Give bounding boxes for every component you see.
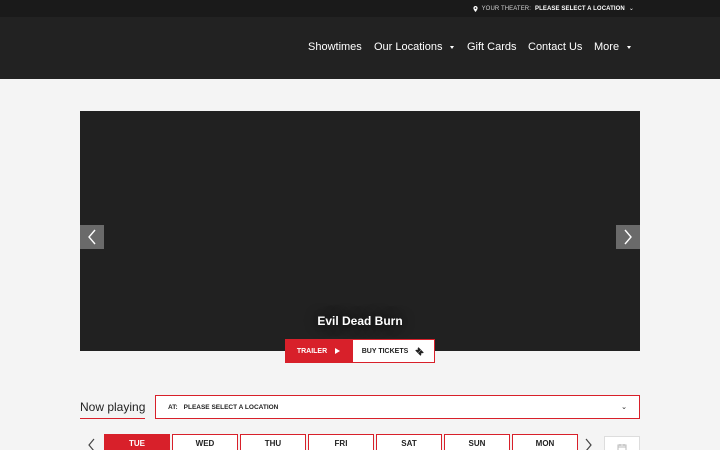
theater-label: YOUR THEATER: (481, 5, 531, 12)
nav-item-our-locations[interactable]: Our Locations (374, 41, 455, 53)
now-playing-heading: Now playing (80, 399, 146, 419)
day-tab[interactable]: WED (172, 434, 238, 450)
day-tab[interactable]: MON (512, 434, 578, 450)
location-select-value: PLEASE SELECT A LOCATION (183, 403, 279, 411)
movie-title: Evil Dead Burn (317, 314, 403, 328)
chevron-right-icon (624, 229, 632, 245)
buy-tickets-button[interactable]: BUY TICKETS (352, 339, 435, 363)
play-icon (335, 348, 341, 354)
day-selector: TUE WED THU FRI SAT SUN MON (104, 434, 578, 450)
day-next-chevron-icon[interactable] (584, 438, 594, 450)
chevron-down-icon: ⌄ (621, 404, 627, 411)
chevron-down-icon: ⌄ (628, 6, 634, 12)
location-at-label: AT: (168, 403, 178, 411)
nav-item-label: Our Locations (374, 41, 443, 53)
nav-item-contact-us[interactable]: Contact Us (528, 41, 582, 53)
nav-item-label: Gift Cards (467, 41, 517, 53)
main-nav: Showtimes Our Locations Gift Cards Conta… (0, 17, 720, 79)
map-pin-icon (472, 5, 478, 12)
caret-down-icon (450, 45, 455, 49)
hero-carousel: Evil Dead Burn (80, 111, 640, 351)
calendar-icon (617, 444, 627, 450)
carousel-prev-button[interactable] (80, 225, 104, 249)
trailer-button[interactable]: TRAILER (285, 339, 352, 363)
nav-item-label: More (594, 41, 620, 53)
day-tab[interactable]: TUE (104, 434, 170, 450)
nav-item-gift-cards[interactable]: Gift Cards (467, 41, 517, 53)
nav-item-label: Showtimes (308, 41, 362, 53)
theater-value[interactable]: PLEASE SELECT A LOCATION (535, 6, 625, 12)
day-tab[interactable]: SAT (376, 434, 442, 450)
nav-item-showtimes[interactable]: Showtimes (308, 41, 362, 53)
calendar-button[interactable] (604, 436, 640, 450)
location-select[interactable]: AT: PLEASE SELECT A LOCATION ⌄ (155, 395, 640, 419)
top-bar: YOUR THEATER: PLEASE SELECT A LOCATION ⌄ (0, 0, 720, 17)
hero-actions: TRAILER BUY TICKETS (285, 339, 435, 363)
day-tab[interactable]: THU (240, 434, 306, 450)
theater-selector[interactable]: YOUR THEATER: PLEASE SELECT A LOCATION ⌄ (472, 0, 634, 17)
buy-tickets-label: BUY TICKETS (361, 347, 409, 355)
day-tab[interactable]: SUN (444, 434, 510, 450)
ticket-icon (415, 346, 424, 356)
chevron-left-icon (88, 229, 96, 245)
nav-item-more[interactable]: More (594, 41, 632, 53)
nav-item-label: Contact Us (528, 41, 583, 53)
day-tab[interactable]: FRI (308, 434, 374, 450)
trailer-label: TRAILER (296, 347, 328, 355)
day-prev-chevron-icon[interactable] (86, 438, 96, 450)
caret-down-icon (627, 45, 632, 49)
carousel-next-button[interactable] (616, 225, 640, 249)
